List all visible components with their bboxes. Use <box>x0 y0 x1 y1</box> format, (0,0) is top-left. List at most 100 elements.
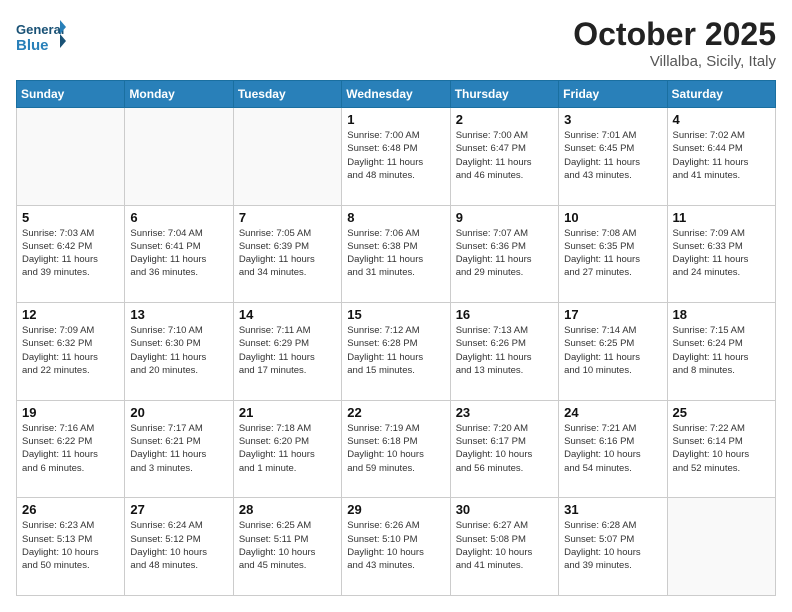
calendar-cell: 6 Sunrise: 7:04 AM Sunset: 6:41 PM Daylig… <box>125 205 233 303</box>
day-info: Sunrise: 6:25 AM Sunset: 5:11 PM Dayligh… <box>239 519 336 572</box>
calendar-cell: 14Sunrise: 7:11 AM Sunset: 6:29 PM Dayli… <box>233 303 341 401</box>
day-info: Sunrise: 7:16 AM Sunset: 6:22 PM Dayligh… <box>22 422 119 475</box>
day-info: Sunrise: 7:01 AM Sunset: 6:45 PM Dayligh… <box>564 129 661 182</box>
calendar-cell: 18Sunrise: 7:15 AM Sunset: 6:24 PM Dayli… <box>667 303 775 401</box>
calendar-cell: 28 Sunrise: 6:25 AM Sunset: 5:11 PM Dayli… <box>233 498 341 596</box>
day-number: 21 <box>239 405 336 420</box>
calendar-week-row: 5 Sunrise: 7:03 AM Sunset: 6:42 PM Daylig… <box>17 205 776 303</box>
calendar-cell: 11 Sunrise: 7:09 AM Sunset: 6:33 PM Dayli… <box>667 205 775 303</box>
calendar-cell: 17 Sunrise: 7:14 AM Sunset: 6:25 PM Dayli… <box>559 303 667 401</box>
day-number: 5 <box>22 210 119 225</box>
day-number: 2 <box>456 112 553 127</box>
title-block: October 2025 Villalba, Sicily, Italy <box>573 16 776 70</box>
day-info: Sunrise: 7:14 AM Sunset: 6:25 PM Dayligh… <box>564 324 661 377</box>
day-number: 10 <box>564 210 661 225</box>
day-info: Sunrise: 7:00 AM Sunset: 6:48 PM Dayligh… <box>347 129 444 182</box>
day-info: Sunrise: 7:06 AM Sunset: 6:38 PM Dayligh… <box>347 227 444 280</box>
day-number: 17 <box>564 307 661 322</box>
col-tuesday: Tuesday <box>233 81 341 108</box>
day-number: 3 <box>564 112 661 127</box>
month-title: October 2025 <box>573 16 776 53</box>
day-number: 9 <box>456 210 553 225</box>
day-info: Sunrise: 7:22 AM Sunset: 6:14 PM Dayligh… <box>673 422 770 475</box>
day-number: 20 <box>130 405 227 420</box>
page-header: General Blue October 2025 Villalba, Sici… <box>16 16 776 70</box>
day-number: 18 <box>673 307 770 322</box>
calendar-cell <box>233 108 341 206</box>
calendar-cell: 10 Sunrise: 7:08 AM Sunset: 6:35 PM Dayli… <box>559 205 667 303</box>
day-info: Sunrise: 7:05 AM Sunset: 6:39 PM Dayligh… <box>239 227 336 280</box>
calendar-cell: 7 Sunrise: 7:05 AM Sunset: 6:39 PM Daylig… <box>233 205 341 303</box>
day-number: 31 <box>564 502 661 517</box>
day-info: Sunrise: 7:11 AM Sunset: 6:29 PM Dayligh… <box>239 324 336 377</box>
calendar-week-row: 19Sunrise: 7:16 AM Sunset: 6:22 PM Dayli… <box>17 400 776 498</box>
day-number: 11 <box>673 210 770 225</box>
day-number: 30 <box>456 502 553 517</box>
day-number: 8 <box>347 210 444 225</box>
day-number: 6 <box>130 210 227 225</box>
calendar-header-row: Sunday Monday Tuesday Wednesday Thursday… <box>17 81 776 108</box>
day-number: 15 <box>347 307 444 322</box>
day-number: 26 <box>22 502 119 517</box>
calendar-cell: 9Sunrise: 7:07 AM Sunset: 6:36 PM Daylig… <box>450 205 558 303</box>
day-info: Sunrise: 7:19 AM Sunset: 6:18 PM Dayligh… <box>347 422 444 475</box>
calendar-cell: 22 Sunrise: 7:19 AM Sunset: 6:18 PM Dayli… <box>342 400 450 498</box>
calendar-cell: 5 Sunrise: 7:03 AM Sunset: 6:42 PM Daylig… <box>17 205 125 303</box>
day-number: 13 <box>130 307 227 322</box>
day-info: Sunrise: 7:13 AM Sunset: 6:26 PM Dayligh… <box>456 324 553 377</box>
day-number: 23 <box>456 405 553 420</box>
calendar-cell <box>667 498 775 596</box>
calendar-cell: 13 Sunrise: 7:10 AM Sunset: 6:30 PM Dayli… <box>125 303 233 401</box>
day-info: Sunrise: 7:02 AM Sunset: 6:44 PM Dayligh… <box>673 129 770 182</box>
logo-svg: General Blue <box>16 16 66 58</box>
day-info: Sunrise: 7:18 AM Sunset: 6:20 PM Dayligh… <box>239 422 336 475</box>
col-thursday: Thursday <box>450 81 558 108</box>
calendar-cell: 8 Sunrise: 7:06 AM Sunset: 6:38 PM Daylig… <box>342 205 450 303</box>
day-number: 1 <box>347 112 444 127</box>
calendar-cell: 16 Sunrise: 7:13 AM Sunset: 6:26 PM Dayli… <box>450 303 558 401</box>
day-info: Sunrise: 7:20 AM Sunset: 6:17 PM Dayligh… <box>456 422 553 475</box>
col-friday: Friday <box>559 81 667 108</box>
calendar-cell: 12 Sunrise: 7:09 AM Sunset: 6:32 PM Dayli… <box>17 303 125 401</box>
day-number: 29 <box>347 502 444 517</box>
day-number: 24 <box>564 405 661 420</box>
day-info: Sunrise: 6:28 AM Sunset: 5:07 PM Dayligh… <box>564 519 661 572</box>
calendar-table: Sunday Monday Tuesday Wednesday Thursday… <box>16 80 776 596</box>
day-info: Sunrise: 7:08 AM Sunset: 6:35 PM Dayligh… <box>564 227 661 280</box>
day-info: Sunrise: 7:10 AM Sunset: 6:30 PM Dayligh… <box>130 324 227 377</box>
calendar-cell: 23 Sunrise: 7:20 AM Sunset: 6:17 PM Dayli… <box>450 400 558 498</box>
day-info: Sunrise: 7:03 AM Sunset: 6:42 PM Dayligh… <box>22 227 119 280</box>
day-number: 25 <box>673 405 770 420</box>
day-number: 22 <box>347 405 444 420</box>
day-number: 16 <box>456 307 553 322</box>
col-sunday: Sunday <box>17 81 125 108</box>
day-info: Sunrise: 7:17 AM Sunset: 6:21 PM Dayligh… <box>130 422 227 475</box>
day-info: Sunrise: 7:09 AM Sunset: 6:32 PM Dayligh… <box>22 324 119 377</box>
day-number: 12 <box>22 307 119 322</box>
calendar-cell: 4 Sunrise: 7:02 AM Sunset: 6:44 PM Daylig… <box>667 108 775 206</box>
calendar-cell: 2Sunrise: 7:00 AM Sunset: 6:47 PM Daylig… <box>450 108 558 206</box>
calendar-cell: 25 Sunrise: 7:22 AM Sunset: 6:14 PM Dayli… <box>667 400 775 498</box>
col-monday: Monday <box>125 81 233 108</box>
calendar-cell: 15 Sunrise: 7:12 AM Sunset: 6:28 PM Dayli… <box>342 303 450 401</box>
calendar-week-row: 12 Sunrise: 7:09 AM Sunset: 6:32 PM Dayli… <box>17 303 776 401</box>
day-number: 28 <box>239 502 336 517</box>
day-info: Sunrise: 7:12 AM Sunset: 6:28 PM Dayligh… <box>347 324 444 377</box>
day-info: Sunrise: 6:27 AM Sunset: 5:08 PM Dayligh… <box>456 519 553 572</box>
calendar-cell: 19Sunrise: 7:16 AM Sunset: 6:22 PM Dayli… <box>17 400 125 498</box>
day-number: 27 <box>130 502 227 517</box>
day-number: 7 <box>239 210 336 225</box>
calendar-cell: 30 Sunrise: 6:27 AM Sunset: 5:08 PM Dayli… <box>450 498 558 596</box>
calendar-cell: 27 Sunrise: 6:24 AM Sunset: 5:12 PM Dayli… <box>125 498 233 596</box>
day-number: 4 <box>673 112 770 127</box>
day-info: Sunrise: 6:24 AM Sunset: 5:12 PM Dayligh… <box>130 519 227 572</box>
day-info: Sunrise: 6:26 AM Sunset: 5:10 PM Dayligh… <box>347 519 444 572</box>
calendar-cell: 26 Sunrise: 6:23 AM Sunset: 5:13 PM Dayli… <box>17 498 125 596</box>
calendar-cell <box>125 108 233 206</box>
day-info: Sunrise: 7:21 AM Sunset: 6:16 PM Dayligh… <box>564 422 661 475</box>
day-info: Sunrise: 6:23 AM Sunset: 5:13 PM Dayligh… <box>22 519 119 572</box>
calendar-week-row: 1 Sunrise: 7:00 AM Sunset: 6:48 PM Daylig… <box>17 108 776 206</box>
svg-text:Blue: Blue <box>16 37 49 54</box>
day-info: Sunrise: 7:04 AM Sunset: 6:41 PM Dayligh… <box>130 227 227 280</box>
day-info: Sunrise: 7:09 AM Sunset: 6:33 PM Dayligh… <box>673 227 770 280</box>
